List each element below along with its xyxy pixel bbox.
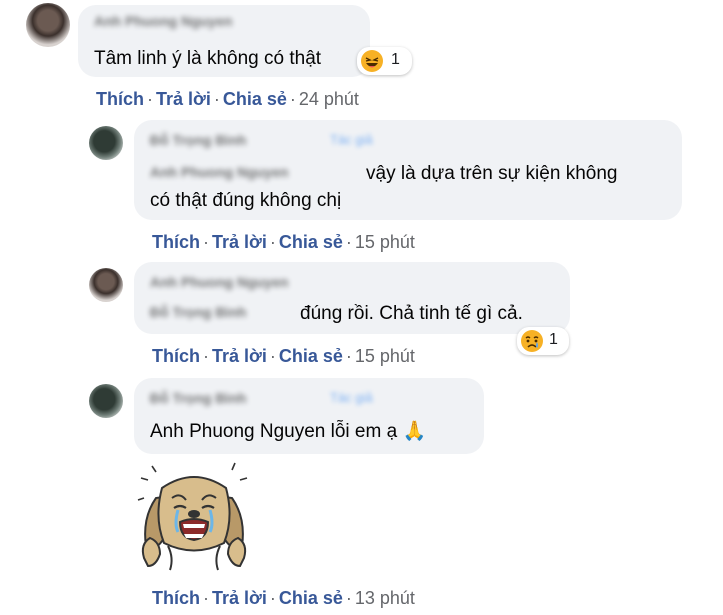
mention-link[interactable]: Đỗ Trọng Bình bbox=[150, 304, 246, 320]
reply-link[interactable]: Trả lời bbox=[212, 346, 267, 366]
timestamp[interactable]: 13 phút bbox=[355, 588, 415, 608]
comment-author[interactable]: Đỗ Trọng Bình bbox=[150, 390, 246, 406]
author-badge: Tác giả bbox=[330, 132, 373, 147]
separator-dot: · bbox=[345, 346, 352, 366]
comment-actions: Thích · Trả lời · Chia sẻ · 13 phút bbox=[152, 588, 415, 609]
haha-emoji-icon bbox=[361, 50, 383, 72]
avatar[interactable] bbox=[89, 384, 123, 418]
like-link[interactable]: Thích bbox=[152, 588, 200, 608]
author-badge: Tác giả bbox=[330, 390, 373, 405]
timestamp[interactable]: 24 phút bbox=[299, 89, 359, 109]
separator-dot: · bbox=[203, 232, 209, 252]
reaction-count: 1 bbox=[391, 51, 400, 68]
comment-text-line: có thật đúng không chị bbox=[150, 190, 342, 211]
separator-dot: · bbox=[345, 588, 352, 608]
comment-text: đúng rồi. Chả tinh tế gì cả. bbox=[300, 303, 523, 324]
comment-text: Tâm linh ý là không có thật bbox=[94, 48, 322, 69]
crying-dog-sticker[interactable] bbox=[134, 458, 254, 573]
like-link[interactable]: Thích bbox=[96, 89, 144, 109]
separator-dot: · bbox=[213, 89, 220, 109]
separator-dot: · bbox=[289, 89, 296, 109]
share-link[interactable]: Chia sẻ bbox=[279, 346, 343, 366]
comment-author[interactable]: Anh Phuong Nguyen bbox=[150, 274, 288, 290]
avatar[interactable] bbox=[89, 126, 123, 160]
reaction-count: 1 bbox=[549, 331, 558, 348]
share-link[interactable]: Chia sẻ bbox=[279, 588, 343, 608]
separator-dot: · bbox=[269, 346, 276, 366]
reaction-summary[interactable]: 1 bbox=[357, 47, 412, 75]
comment-bubble: Anh Phuong Nguyen Đỗ Trọng Bình đúng rồi… bbox=[134, 262, 570, 334]
reply-link[interactable]: Trả lời bbox=[212, 232, 267, 252]
timestamp[interactable]: 15 phút bbox=[355, 346, 415, 366]
separator-dot: · bbox=[147, 89, 153, 109]
like-link[interactable]: Thích bbox=[152, 346, 200, 366]
comment-author[interactable]: Đỗ Trọng Bình bbox=[150, 132, 246, 148]
reaction-summary[interactable]: 1 bbox=[517, 327, 569, 355]
separator-dot: · bbox=[203, 346, 209, 366]
separator-dot: · bbox=[345, 232, 352, 252]
separator-dot: · bbox=[269, 588, 276, 608]
reply-link[interactable]: Trả lời bbox=[156, 89, 211, 109]
separator-dot: · bbox=[269, 232, 276, 252]
reply-link[interactable]: Trả lời bbox=[212, 588, 267, 608]
separator-dot: · bbox=[203, 588, 209, 608]
avatar[interactable] bbox=[26, 3, 70, 47]
comment-bubble: Anh Phuong Nguyen Tâm linh ý là không có… bbox=[78, 5, 370, 77]
comment-bubble: Đỗ Trọng Bình Tác giả Anh Phuong Nguyen … bbox=[134, 378, 484, 454]
comment-text: Anh Phuong Nguyen lỗi em ạ 🙏 bbox=[150, 421, 427, 442]
comment-actions: Thích · Trả lời · Chia sẻ · 15 phút bbox=[152, 232, 415, 253]
comment-actions: Thích · Trả lời · Chia sẻ · 15 phút bbox=[152, 346, 415, 367]
comment-actions: Thích · Trả lời · Chia sẻ · 24 phút bbox=[96, 89, 359, 110]
share-link[interactable]: Chia sẻ bbox=[223, 89, 287, 109]
timestamp[interactable]: 15 phút bbox=[355, 232, 415, 252]
comment-bubble: Đỗ Trọng Bình Tác giả Anh Phuong Nguyen … bbox=[134, 120, 682, 220]
sad-emoji-icon bbox=[521, 330, 543, 352]
share-link[interactable]: Chia sẻ bbox=[279, 232, 343, 252]
like-link[interactable]: Thích bbox=[152, 232, 200, 252]
comment-text-line: vậy là dựa trên sự kiện không bbox=[366, 163, 618, 184]
comment-author[interactable]: Anh Phuong Nguyen bbox=[94, 13, 232, 29]
mention-link[interactable]: Anh Phuong Nguyen bbox=[150, 164, 288, 180]
avatar[interactable] bbox=[89, 268, 123, 302]
